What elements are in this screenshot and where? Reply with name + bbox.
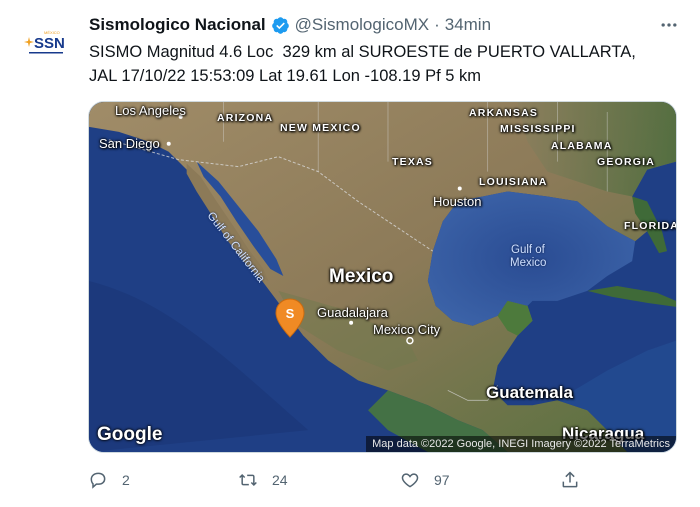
share-icon xyxy=(562,471,578,488)
label-guadalajara: Guadalajara xyxy=(317,305,388,320)
like-button[interactable]: 97 xyxy=(400,465,450,495)
share-button[interactable] xyxy=(560,465,580,495)
label-alabama: ALABAMA xyxy=(551,140,613,152)
label-arizona: ARIZONA xyxy=(217,112,274,124)
label-mexico: Mexico xyxy=(329,266,394,287)
like-count: 97 xyxy=(434,472,450,488)
display-name[interactable]: Sismologico Nacional xyxy=(89,15,266,35)
earthquake-pin-icon[interactable]: S xyxy=(275,298,305,338)
label-los-angeles: Los Angeles xyxy=(115,103,186,118)
reply-icon xyxy=(90,472,106,489)
label-georgia: GEORGIA xyxy=(597,156,655,168)
label-florida: FLORIDA xyxy=(624,220,677,232)
verified-badge-icon xyxy=(271,16,290,35)
heart-icon xyxy=(401,473,419,488)
label-arkansas: ARKANSAS xyxy=(469,107,539,119)
label-san-diego: San Diego xyxy=(99,136,160,151)
google-logo: Google xyxy=(97,424,163,445)
ssn-logo-icon: SSN MÉXICO xyxy=(17,15,71,69)
label-louisiana: LOUISIANA xyxy=(479,176,548,188)
label-texas: TEXAS xyxy=(392,156,434,168)
tweet-text: SISMO Magnitud 4.6 Loc 329 km al SUROEST… xyxy=(89,43,636,85)
retweet-icon xyxy=(239,473,257,487)
reply-count: 2 xyxy=(122,472,130,488)
label-new-mexico: NEW MEXICO xyxy=(280,122,361,134)
more-options-icon[interactable] xyxy=(656,12,682,38)
tweet-actions: 2 24 97 xyxy=(88,465,588,495)
label-mississippi: MISSISSIPPI xyxy=(500,123,576,135)
label-mexico-city: Mexico City xyxy=(373,322,441,337)
timestamp[interactable]: 34min xyxy=(445,15,491,35)
avatar[interactable]: SSN MÉXICO xyxy=(16,14,72,70)
reply-button[interactable]: 2 xyxy=(88,465,130,495)
map-attribution[interactable]: Map data ©2022 Google, INEGI Imagery ©20… xyxy=(366,436,676,452)
handle[interactable]: @SismologicoMX xyxy=(295,15,429,35)
map-image[interactable]: Los Angeles San Diego ARIZONA NEW MEXICO… xyxy=(88,101,677,453)
separator-dot: · xyxy=(434,15,440,34)
svg-text:S: S xyxy=(286,306,295,321)
svg-text:MÉXICO: MÉXICO xyxy=(44,30,60,35)
label-gulf-of-mexico-line2: Mexico xyxy=(510,257,547,269)
retweet-button[interactable]: 24 xyxy=(238,465,288,495)
retweet-count: 24 xyxy=(272,472,288,488)
tweet-header: Sismologico Nacional @SismologicoMX · 34… xyxy=(89,13,491,37)
svg-text:SSN: SSN xyxy=(34,35,65,52)
label-guatemala: Guatemala xyxy=(486,383,573,402)
label-gulf-of-mexico-line1: Gulf of xyxy=(511,244,545,256)
label-houston: Houston xyxy=(433,194,482,209)
